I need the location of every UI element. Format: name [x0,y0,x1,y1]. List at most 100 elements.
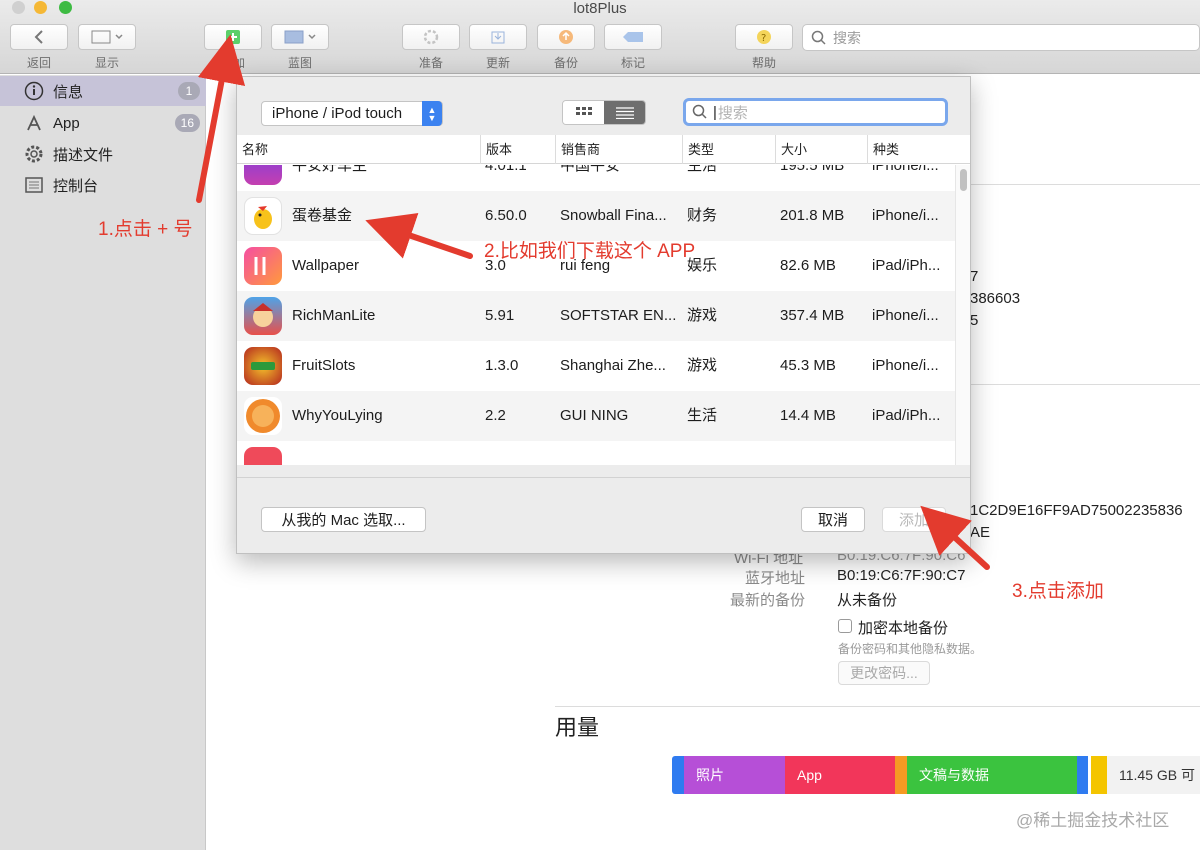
update-label: 更新 [485,56,510,70]
window-title: lot8Plus [573,0,627,17]
divider [960,184,1200,185]
encrypt-backup-checkbox[interactable] [838,619,852,633]
table-row[interactable]: RichManLite 5.91 SOFTSTAR EN... 游戏 357.4… [237,291,955,341]
usage-segment-apps: App [785,756,895,794]
calendar-icon [91,30,123,44]
update-button-group [469,24,527,50]
app-name: 蛋卷基金 [292,207,353,224]
usage-title: 用量 [555,715,600,740]
app-kind: iPad/iPh... [872,257,941,274]
prepare-button[interactable] [402,24,460,50]
app-name: FruitSlots [292,357,356,374]
sidebar-item-console[interactable]: 控制台 [0,170,206,200]
sidebar-badge: 1 [178,82,200,100]
table-scrollbar[interactable] [955,165,970,465]
sidebar-item-label: App [53,114,80,132]
toolbar-search-field[interactable]: 搜索 [802,24,1200,51]
app-size: 82.6 MB [780,257,836,274]
blueprint-button[interactable] [271,24,329,50]
help-label: 帮助 [751,56,776,70]
add-button[interactable] [204,24,262,50]
change-password-button[interactable]: 更改密码... [838,661,930,685]
tag-button-group [604,24,662,50]
column-header-size[interactable]: 大小 [775,135,867,164]
info-value: 7 [970,268,979,285]
sidebar-badge: 16 [174,114,200,132]
grid-view-button[interactable] [563,101,604,124]
help-button[interactable]: ? [735,24,793,50]
column-header-version[interactable]: 版本 [480,135,555,164]
divider [555,706,1200,707]
app-type: 游戏 [687,357,718,374]
richman-app-icon [244,297,282,335]
table-row[interactable]: 蛋卷基金 6.50.0 Snowball Fina... 财务 201.8 MB… [237,191,955,241]
usage-segment-free: 11.45 GB 可 [1107,756,1200,794]
back-button-group [10,24,68,50]
column-header-name[interactable]: 名称 [237,135,480,164]
bluetooth-value: B0:19:C6:7F:90:C7 [837,567,966,584]
list-icon [615,106,634,119]
usage-segment [672,756,684,794]
app-version: 5.91 [485,307,515,324]
gear-icon [24,144,44,164]
choose-from-mac-button[interactable]: 从我的 Mac 选取... [261,507,426,532]
column-header-type[interactable]: 类型 [682,135,775,164]
prepare-button-group [402,24,460,50]
storage-usage-bar: 照片 App 文稿与数据 11.45 GB 可 [672,756,1200,794]
app-version: 2.2 [485,407,506,424]
cancel-button[interactable]: 取消 [801,507,865,532]
wallpaper-app-icon [244,247,282,285]
table-row[interactable] [237,441,955,465]
sidebar-item-info[interactable]: 信息 1 [0,76,206,106]
sidebar-item-label: 控制台 [53,177,99,195]
app-icon [244,447,282,465]
app-store-icon [24,113,44,133]
backup-icon [559,30,573,44]
device-type-select[interactable]: iPhone / iPod touch ▲ ▼ [261,101,443,126]
backup-button[interactable] [537,24,595,50]
app-type: 娱乐 [687,257,718,274]
app-vendor: Shanghai Zhe... [560,357,666,374]
table-row[interactable]: WhyYouLying 2.2 GUI NING 生活 14.4 MB iPad… [237,391,955,441]
app-kind: iPad/iPh... [872,407,941,424]
app-vendor: 中国平安 [560,165,621,174]
app-version: 1.3.0 [485,357,519,374]
blueprint-icon [284,30,316,44]
app-name: Wallpaper [292,257,359,274]
app-name: WhyYouLying [292,407,383,424]
app-type: 游戏 [687,307,718,324]
app-size: 45.3 MB [780,357,836,374]
plus-icon [226,30,240,44]
scrollbar-thumb[interactable] [960,169,967,191]
sheet-search-field[interactable]: | 搜索 [683,98,948,126]
back-button[interactable] [10,24,68,50]
update-button[interactable] [469,24,527,50]
add-confirm-button[interactable]: 添加 [882,507,946,532]
search-icon [811,30,826,45]
table-row[interactable]: FruitSlots 1.3.0 Shanghai Zhe... 游戏 45.3… [237,341,955,391]
sidebar-item-app[interactable]: App 16 [0,108,206,138]
tag-button[interactable] [604,24,662,50]
console-icon [24,175,44,195]
gear-icon [423,29,439,45]
whyyoulying-app-icon [244,397,282,435]
sidebar-item-profiles[interactable]: 描述文件 [0,139,206,169]
text-cursor: | [713,103,717,121]
pingan-app-icon [244,165,282,185]
column-header-vendor[interactable]: 销售商 [555,135,682,164]
app-kind: iPhone/i... [872,207,939,224]
help-button-group: ? [735,24,793,50]
table-row[interactable]: 平安好车主 4.01.1 中国平安 生活 195.5 MB iPhone/i..… [237,165,955,191]
info-value: AE [970,524,991,541]
column-header-kind[interactable]: 种类 [867,135,970,164]
app-vendor: SOFTSTAR EN... [560,307,677,324]
app-kind: iPhone/i... [872,165,939,174]
display-button-group [78,24,136,50]
backup-button-group [537,24,595,50]
list-view-button[interactable] [604,101,645,124]
add-button-group [204,24,262,50]
last-backup-value: 从未备份 [837,592,898,609]
app-type: 生活 [687,407,718,424]
display-button[interactable] [78,24,136,50]
app-size: 357.4 MB [780,307,845,324]
